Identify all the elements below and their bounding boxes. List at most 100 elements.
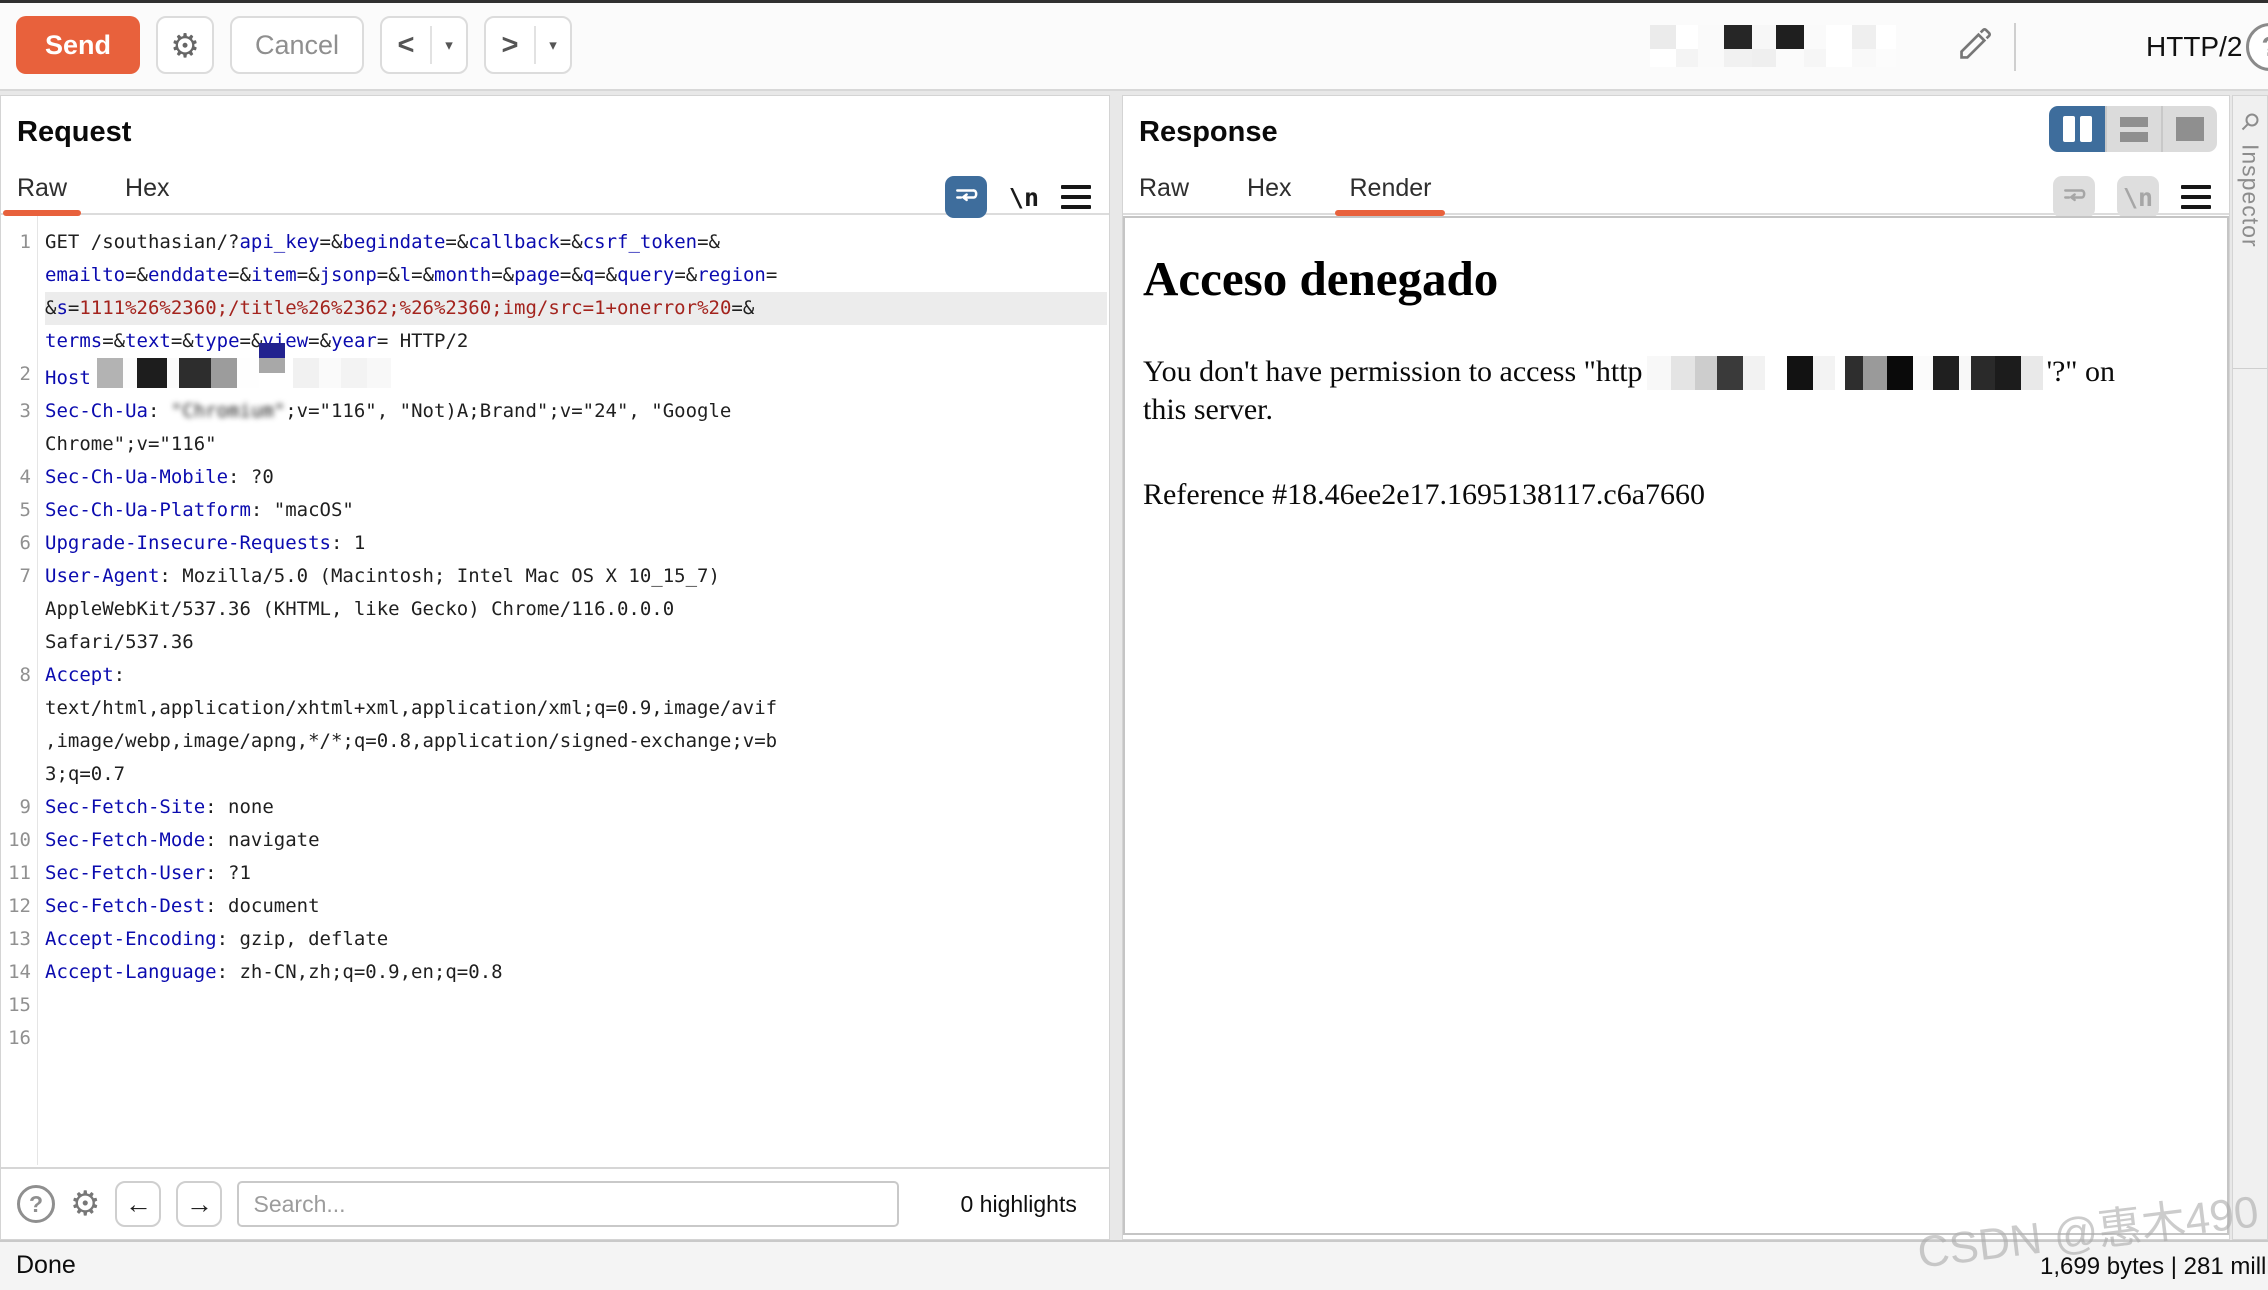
pencil-icon	[1956, 25, 1994, 63]
request-line: 6Upgrade-Insecure-Requests: 1	[1, 527, 1107, 560]
request-menu-button[interactable]	[1061, 185, 1091, 209]
line-number: 3	[1, 395, 31, 461]
request-line: 4Sec-Ch-Ua-Mobile: ?0	[1, 461, 1107, 494]
line-number: 4	[1, 461, 31, 494]
show-newlines-toggle[interactable]: \n	[1009, 183, 1039, 212]
request-line: 16	[1, 1022, 1107, 1055]
previous-dropdown[interactable]: ▾	[432, 36, 466, 54]
search-next-button[interactable]: →	[176, 1181, 222, 1227]
inspector-label: Inspector	[2237, 144, 2264, 248]
tab-hex[interactable]: Hex	[125, 174, 169, 203]
layout-toggle	[2049, 106, 2217, 152]
line-number: 8	[1, 659, 31, 791]
http-version-label: HTTP/2	[2146, 31, 2242, 63]
request-searchbar: ? ⚙ ← → 0 highlights	[1, 1167, 1109, 1239]
redaction-mosaic	[1647, 356, 2043, 390]
rows-icon	[2120, 117, 2148, 142]
layout-columns-button[interactable]	[2049, 106, 2105, 152]
toolbar-buttons: Send ⚙ Cancel < ▾ > ▾	[16, 16, 572, 74]
redacted-url-mosaic	[1643, 355, 2047, 388]
request-line: 12Sec-Fetch-Dest: document	[1, 890, 1107, 923]
question-icon: ?	[2261, 31, 2268, 63]
chevron-right-icon: >	[486, 29, 534, 62]
chevron-left-icon: <	[382, 29, 430, 62]
word-wrap-icon	[953, 184, 979, 210]
word-wrap-icon	[2061, 184, 2087, 210]
layout-single-button[interactable]	[2161, 106, 2217, 152]
request-tabbar: Raw Hex	[1, 163, 1109, 215]
search-input[interactable]	[237, 1181, 899, 1227]
single-pane-icon	[2176, 117, 2204, 141]
menu-icon	[1061, 185, 1091, 189]
tab-hex[interactable]: Hex	[1247, 174, 1291, 203]
status-done: Done	[16, 1251, 76, 1280]
word-wrap-toggle[interactable]	[945, 176, 987, 218]
next-dropdown[interactable]: ▾	[536, 36, 570, 54]
request-line: 15	[1, 989, 1107, 1022]
request-line: 11Sec-Fetch-User: ?1	[1, 857, 1107, 890]
redaction-mosaic	[97, 358, 391, 388]
search-settings-button[interactable]: ⚙	[70, 1184, 100, 1224]
tab-raw[interactable]: Raw	[1139, 174, 1189, 203]
window-edge	[0, 0, 2268, 3]
request-line: 2Host	[1, 358, 1107, 395]
request-settings-button[interactable]: ⚙	[156, 16, 214, 74]
search-help-button[interactable]: ?	[17, 1185, 55, 1223]
request-line: 5Sec-Ch-Ua-Platform: "macOS"	[1, 494, 1107, 527]
layout-rows-button[interactable]	[2105, 106, 2161, 152]
request-line: 3Sec-Ch-Ua: "Chromium";v="116", "Not)A;B…	[1, 395, 1107, 461]
render-view[interactable]: Acceso denegado You don't have permissio…	[1123, 216, 2229, 1235]
gear-icon: ⚙	[170, 26, 200, 65]
request-line: 9Sec-Fetch-Site: none	[1, 791, 1107, 824]
columns-icon	[2063, 116, 2075, 142]
request-line: 10Sec-Fetch-Mode: navigate	[1, 824, 1107, 857]
request-title: Request	[17, 116, 1109, 149]
line-number: 6	[1, 527, 31, 560]
tab-raw[interactable]: Raw	[17, 174, 67, 203]
line-number: 11	[1, 857, 31, 890]
arrow-right-icon: →	[186, 1189, 213, 1220]
show-newlines-toggle-disabled[interactable]: \n	[2117, 176, 2159, 218]
request-editor[interactable]: 1GET /southasian/?api_key=&begindate=&ca…	[1, 216, 1107, 1165]
request-line: 14Accept-Language: zh-CN,zh;q=0.9,en;q=0…	[1, 956, 1107, 989]
cancel-button[interactable]: Cancel	[230, 16, 364, 74]
response-view-icons: \n	[2053, 176, 2211, 218]
gear-icon: ⚙	[70, 1185, 100, 1223]
line-number: 1	[1, 226, 31, 358]
response-pane: Response RawHexRender \n Acceso denegado…	[1122, 95, 2230, 1240]
line-number: 7	[1, 560, 31, 659]
tab-render[interactable]: Render	[1349, 174, 1431, 203]
magnifier-icon	[2238, 110, 2262, 134]
request-line: 1GET /southasian/?api_key=&begindate=&ca…	[1, 226, 1107, 358]
render-body: You don't have permission to access "htt…	[1143, 353, 2209, 430]
send-button[interactable]: Send	[16, 16, 140, 74]
line-number: 15	[1, 989, 31, 1022]
line-number: 16	[1, 1022, 31, 1055]
inspector-tab[interactable]: Inspector	[2233, 96, 2267, 369]
previous-request-button[interactable]: < ▾	[380, 16, 468, 74]
request-line: 13Accept-Encoding: gzip, deflate	[1, 923, 1107, 956]
arrow-left-icon: ←	[125, 1189, 152, 1220]
line-number: 12	[1, 890, 31, 923]
redaction-mosaic	[1650, 25, 1896, 67]
inspector-strip: Inspector	[2232, 95, 2268, 1240]
word-wrap-toggle-disabled[interactable]	[2053, 176, 2095, 218]
highlights-count: 0 highlights	[960, 1191, 1076, 1218]
edit-target-button[interactable]	[1956, 25, 1994, 68]
render-reference: Reference #18.46ee2e17.1695138117.c6a766…	[1143, 478, 2227, 512]
line-number: 13	[1, 923, 31, 956]
menu-icon	[2181, 185, 2211, 189]
line-number: 2	[1, 358, 31, 395]
request-view-icons: \n	[945, 176, 1091, 218]
request-pane: Request Raw Hex \n 1GET /southasian/?api_…	[0, 95, 1110, 1240]
line-number: 9	[1, 791, 31, 824]
response-menu-button[interactable]	[2181, 185, 2211, 209]
question-icon: ?	[29, 1191, 43, 1218]
toolbar-divider	[2014, 23, 2016, 71]
search-previous-button[interactable]: ←	[115, 1181, 161, 1227]
request-line: 8Accept:text/html,application/xhtml+xml,…	[1, 659, 1107, 791]
next-request-button[interactable]: > ▾	[484, 16, 572, 74]
line-number: 10	[1, 824, 31, 857]
request-line: 7User-Agent: Mozilla/5.0 (Macintosh; Int…	[1, 560, 1107, 659]
help-button[interactable]: ?	[2246, 23, 2268, 71]
